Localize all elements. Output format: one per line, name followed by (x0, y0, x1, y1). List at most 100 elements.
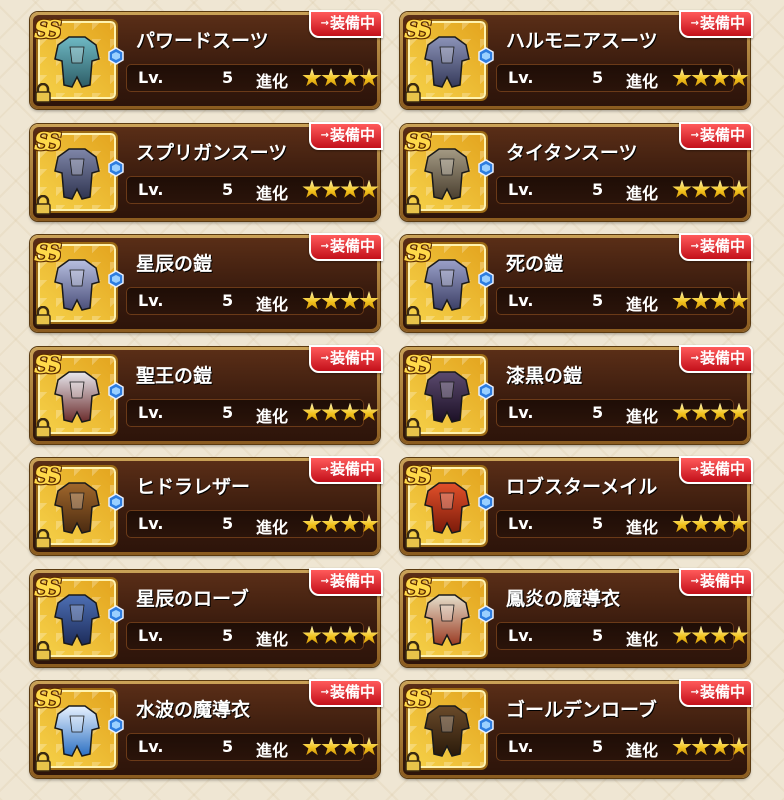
level-label: Lv. (138, 625, 164, 645)
star-icon (340, 68, 360, 87)
star-icon (672, 737, 692, 756)
lock-icon[interactable] (34, 752, 52, 772)
equipment-card[interactable]: SS →装備中 パワードスーツ Lv. 5 進化 (30, 10, 383, 109)
lock-icon[interactable] (34, 417, 52, 438)
arrow-icon: → (690, 352, 699, 364)
equipment-icon-frame[interactable]: SS (404, 238, 494, 326)
equipment-icon-frame[interactable]: SS (404, 573, 494, 661)
level-label: Lv. (138, 179, 164, 199)
equipment-card[interactable]: SS →装備中 ハルモニアスーツ Lv. 5 進化 (400, 10, 753, 109)
star-icon (359, 514, 379, 533)
lobster-mail-icon (424, 482, 470, 534)
arrow-icon: → (320, 464, 329, 475)
lock-icon[interactable] (34, 306, 52, 326)
lock-icon[interactable] (34, 529, 52, 549)
star-icon (691, 625, 711, 644)
lock-icon[interactable] (404, 83, 422, 103)
equipment-card[interactable]: SS →装備中 ゴールデンローブ Lv. 5 進化 (400, 679, 753, 778)
equipment-card[interactable]: SS →装備中 死の鎧 Lv. 5 進化 (400, 233, 753, 332)
equipment-icon-frame[interactable]: SS (34, 350, 124, 438)
equipped-badge: →装備中 (678, 233, 753, 261)
star-icon (710, 625, 730, 644)
equipment-icon-frame[interactable]: SS (404, 684, 494, 772)
gem-slot-icon (478, 381, 494, 400)
lock-icon[interactable] (34, 640, 52, 661)
star-icon (729, 514, 749, 533)
item-name: 鳳炎の魔導衣 (506, 587, 621, 610)
equipped-badge-label: 装備中 (699, 237, 745, 255)
arrow-icon: → (690, 687, 699, 698)
star-icon (302, 402, 322, 421)
equipment-icon-frame[interactable]: SS (404, 127, 494, 215)
lock-icon[interactable] (404, 640, 422, 661)
evolution-stars (672, 291, 749, 315)
harmonia-suit-icon (424, 36, 470, 88)
equipment-icon-frame[interactable]: SS (34, 573, 124, 661)
item-name: ロブスターメイル (506, 476, 658, 498)
equipment-icon-frame[interactable]: SS (34, 127, 124, 215)
level-value: 5 (592, 514, 604, 533)
stats-bar: Lv. 5 進化 (126, 398, 379, 427)
star-icon (672, 291, 692, 310)
level-label: Lv. (508, 68, 534, 87)
level-label: Lv. (508, 514, 534, 533)
equipment-card[interactable]: SS →装備中 聖王の鎧 Lv. 5 進化 (30, 344, 383, 444)
equipped-badge: →装備中 (308, 456, 383, 484)
lock-icon[interactable] (404, 529, 422, 549)
star-icon (710, 179, 730, 198)
lock-icon[interactable] (404, 752, 422, 772)
star-icon (729, 179, 749, 198)
star-icon (359, 737, 379, 756)
equipment-icon-frame[interactable]: SS (404, 15, 494, 103)
level-label: Lv. (508, 402, 534, 422)
level-value: 5 (592, 737, 604, 756)
phoenix-flame-robe-icon (424, 593, 470, 646)
equipment-card[interactable]: SS →装備中 スプリガンスーツ Lv. 5 進化 (30, 121, 383, 221)
rank-badge: SS (34, 238, 62, 267)
star-icon (672, 625, 692, 644)
evolution-stars (302, 402, 379, 427)
equipment-icon-frame[interactable]: SS (34, 15, 124, 103)
lock-icon[interactable] (404, 306, 422, 326)
item-name: 死の鎧 (506, 253, 564, 275)
lock-icon[interactable] (34, 83, 52, 103)
star-robe-icon (54, 593, 100, 646)
equipment-icon-frame[interactable]: SS (34, 461, 124, 549)
equipped-badge: →装備中 (678, 679, 753, 707)
star-icon (340, 402, 360, 421)
evolution-stars (302, 291, 379, 315)
star-icon (340, 179, 360, 198)
star-icon (302, 625, 322, 644)
equipment-card[interactable]: SS →装備中 漆黒の鎧 Lv. 5 進化 (400, 344, 753, 444)
star-icon (321, 179, 341, 198)
evolution-label: 進化 (626, 406, 659, 426)
lock-icon[interactable] (404, 417, 422, 438)
equipment-icon-frame[interactable]: SS (404, 461, 494, 549)
star-icon (710, 291, 730, 310)
equipment-card[interactable]: SS →装備中 ヒドラレザー Lv. 5 進化 (30, 456, 383, 555)
evolution-stars (302, 514, 379, 538)
lock-icon[interactable] (404, 194, 422, 215)
equipped-badge-label: 装備中 (329, 237, 375, 255)
equipped-badge-label: 装備中 (699, 683, 745, 701)
evolution-label: 進化 (256, 741, 289, 760)
equipment-icon-frame[interactable]: SS (404, 350, 494, 438)
star-icon (729, 291, 749, 310)
equipment-card[interactable]: SS →装備中 水波の魔導衣 Lv. 5 進化 (30, 679, 383, 778)
equipment-icon-frame[interactable]: SS (34, 684, 124, 772)
equipment-card[interactable]: SS →装備中 ロブスターメイル Lv. 5 進化 (400, 456, 753, 555)
arrow-icon: → (690, 18, 699, 29)
equipment-icon-frame[interactable]: SS (34, 238, 124, 326)
equipment-card[interactable]: SS →装備中 鳳炎の魔導衣 Lv. 5 進化 (400, 567, 753, 667)
equipment-card[interactable]: SS →装備中 星辰のローブ Lv. 5 進化 (30, 567, 383, 667)
equipment-card[interactable]: SS →装備中 タイタンスーツ Lv. 5 進化 (400, 121, 753, 221)
item-name: ハルモニアスーツ (506, 30, 658, 52)
water-wave-robe-icon (54, 705, 100, 757)
lock-icon[interactable] (34, 194, 52, 215)
evolution-label: 進化 (256, 518, 289, 537)
equipped-badge: →装備中 (678, 10, 753, 38)
star-icon (729, 625, 749, 644)
equipment-card[interactable]: SS →装備中 星辰の鎧 Lv. 5 進化 (30, 233, 383, 332)
star-icon (340, 737, 360, 756)
star-icon (729, 68, 749, 87)
